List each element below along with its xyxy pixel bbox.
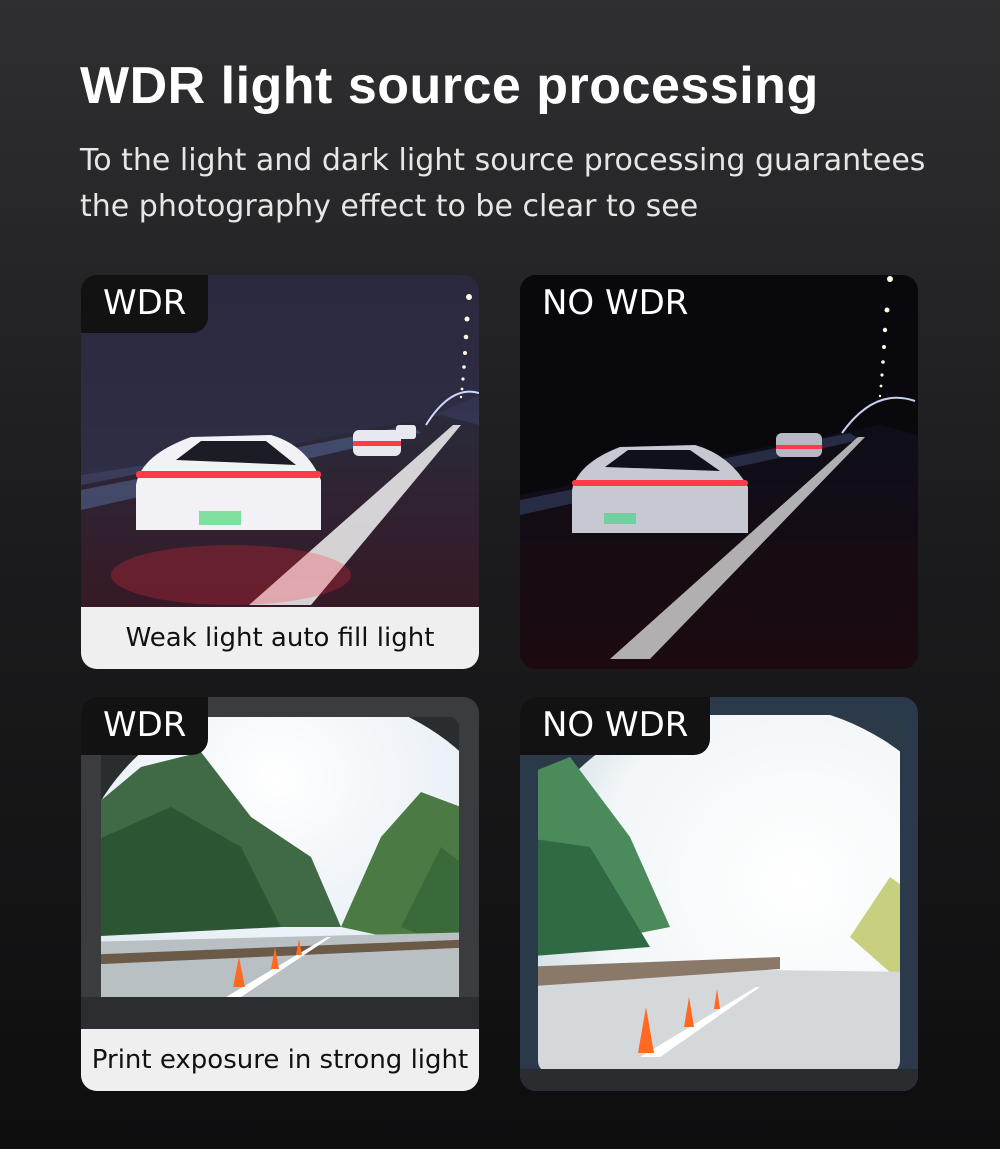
no-wdr-tag: NO WDR [542, 283, 689, 323]
night-tunnel-no-wdr-image [520, 275, 918, 669]
wdr-night-panel: WDR Weak light auto fill light [81, 275, 479, 669]
page-title: WDR light source processing [80, 57, 819, 115]
no-wdr-tag: NO WDR [520, 697, 711, 755]
no-wdr-daylight-panel: NO WDR [520, 697, 918, 1091]
wdr-daylight-panel: WDR Print exposure in strong light [81, 697, 479, 1091]
strong-light-caption: Print exposure in strong light [81, 1029, 479, 1091]
wdr-tag: WDR [81, 697, 209, 755]
page-subtitle: To the light and dark light source proce… [80, 143, 926, 224]
tunnel-exit-no-wdr-image [520, 697, 918, 1091]
no-wdr-night-panel: NO WDR [520, 275, 918, 669]
wdr-tag: WDR [81, 275, 209, 333]
weak-light-caption: Weak light auto fill light [81, 607, 479, 669]
